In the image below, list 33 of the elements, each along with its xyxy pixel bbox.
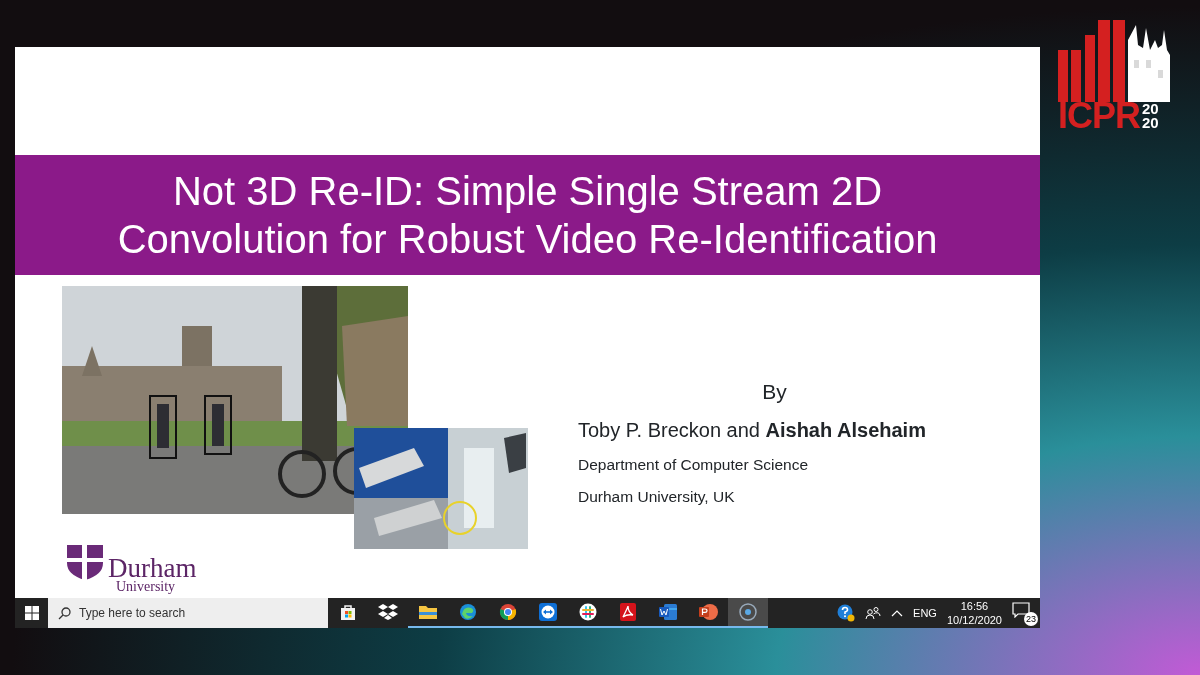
slide-title-line: Convolution for Robust Video Re-Identification: [117, 216, 938, 263]
document-icon: [620, 603, 636, 621]
notification-count: 23: [1024, 612, 1038, 626]
shield-icon: [65, 543, 105, 581]
conference-year: 20: [1142, 102, 1159, 116]
authors-text: Toby P. Breckon and Aishah Alsehaim: [578, 418, 927, 443]
language-indicator[interactable]: ENG: [913, 604, 937, 622]
folder-icon: [418, 604, 438, 620]
double-arrow-icon: [539, 603, 557, 621]
university-subtitle: University: [116, 580, 177, 594]
hash-icon: [579, 603, 597, 621]
byline-text: By: [761, 379, 788, 405]
shopping-bag-icon: [339, 603, 357, 621]
presentation-icon: [698, 603, 718, 621]
browser-circle-icon: [499, 603, 517, 621]
help-icon[interactable]: [837, 604, 856, 622]
search-box[interactable]: Type here to search: [48, 598, 328, 628]
people-icon[interactable]: [865, 606, 882, 620]
conference-year: 20: [1142, 116, 1159, 130]
clock-date[interactable]: 10/12/2020: [946, 613, 1002, 627]
search-field[interactable]: Type here to search: [79, 604, 299, 622]
affiliation-text: Department of Computer Science: [578, 455, 810, 475]
windows-icon: [24, 606, 39, 620]
affiliation-text: Durham University, UK: [578, 487, 736, 507]
box-icon: [378, 603, 398, 621]
chevron-up-icon[interactable]: [891, 609, 904, 617]
slide-title-line: Not 3D Re-ID: Simple Single Stream 2D: [172, 168, 883, 215]
university-name: Durham: [108, 556, 197, 580]
word-icon: [658, 603, 678, 621]
ring-icon: [738, 602, 758, 622]
wave-circle-icon: [459, 603, 477, 621]
conference-name: ICPR: [1058, 100, 1140, 132]
clock-time[interactable]: 16:56: [946, 599, 1002, 613]
